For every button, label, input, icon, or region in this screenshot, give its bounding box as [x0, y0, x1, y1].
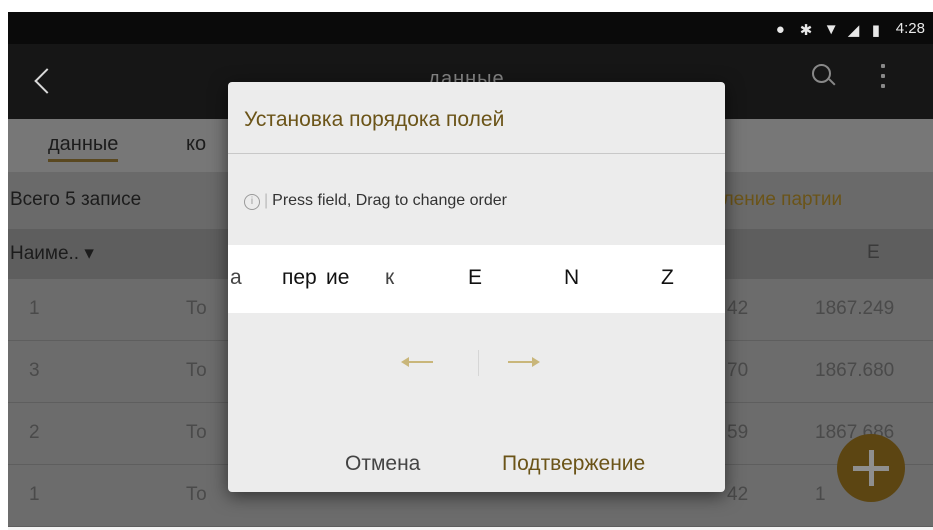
field-item[interactable]: E [468, 266, 482, 290]
dialog-divider [228, 153, 725, 154]
row-n: 59 [727, 422, 749, 443]
cancel-button[interactable]: Отмена [345, 452, 420, 476]
status-time: 4:28 [895, 19, 925, 37]
row-e: 1 [815, 484, 826, 505]
row-name: То [186, 484, 207, 505]
row-id: 2 [29, 422, 40, 443]
tab-codes[interactable]: ко [186, 133, 206, 156]
row-n: 42 [727, 298, 749, 319]
row-e: 1867.680 [815, 360, 895, 381]
column-header-name[interactable]: Наиме.. ▾ [10, 242, 94, 265]
arrow-left-icon[interactable] [401, 357, 433, 367]
row-id: 1 [29, 484, 40, 505]
column-header-e[interactable]: E [867, 242, 880, 264]
field-item[interactable]: Z [661, 266, 674, 290]
row-n: 42 [727, 484, 749, 505]
field-item[interactable]: N [564, 266, 579, 290]
confirm-button[interactable]: Подтвержение [502, 452, 645, 476]
info-icon: i [244, 194, 260, 210]
row-n: 70 [727, 360, 749, 381]
field-order-dialog: Установка порядока полей i | Press field,… [228, 82, 725, 492]
battery-icon: ▮ [871, 22, 881, 39]
bluetooth-icon: ✱ [799, 22, 813, 39]
arrow-right-icon[interactable] [508, 357, 540, 367]
signal-icon: ◢ [847, 22, 860, 39]
field-item[interactable]: ие [326, 266, 349, 290]
tab-data[interactable]: данные [48, 133, 119, 162]
top-edge [0, 0, 933, 12]
add-fab-button[interactable] [837, 434, 905, 502]
field-item[interactable]: а [230, 266, 242, 290]
left-edge [0, 0, 8, 530]
wifi-icon: ▼ [823, 21, 839, 38]
row-name: То [186, 422, 207, 443]
arrow-divider [478, 350, 479, 376]
row-id: 3 [29, 360, 40, 381]
dialog-title: Установка порядока полей [244, 108, 505, 131]
search-icon[interactable] [812, 64, 831, 83]
field-item[interactable]: к [385, 266, 394, 290]
field-item[interactable]: пер [282, 266, 317, 290]
status-bar: ● ✱ ▼ ◢ ▮ 4:28 [0, 12, 933, 44]
row-name: То [186, 298, 207, 319]
dialog-hint: | Press field, Drag to change order [264, 192, 507, 209]
move-arrows [383, 345, 573, 385]
more-menu-icon[interactable] [881, 64, 885, 92]
row-id: 1 [29, 298, 40, 319]
app-screen: ● ✱ ▼ ◢ ▮ 4:28 данные данные ко Всего 5 … [0, 0, 933, 530]
batch-delete-button[interactable]: аление партии [712, 189, 842, 211]
row-e: 1867.249 [815, 298, 895, 319]
records-count: Всего 5 записе [10, 189, 142, 210]
fields-order-row: а пер ие к E N Z [228, 245, 725, 313]
row-name: То [186, 360, 207, 381]
location-icon: ● [775, 21, 785, 38]
